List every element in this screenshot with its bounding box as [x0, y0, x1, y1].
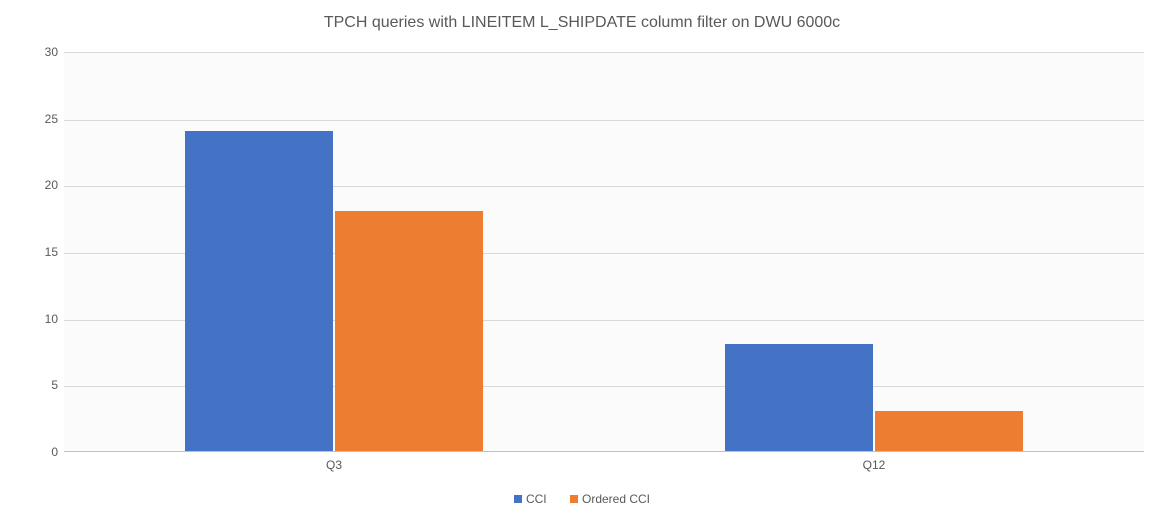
y-tick-label: 10: [8, 312, 58, 326]
y-tick-label: 5: [8, 378, 58, 392]
y-tick-label: 25: [8, 112, 58, 126]
y-tick-label: 30: [8, 45, 58, 59]
legend-item-ordered-cci: Ordered CCI: [570, 492, 650, 506]
legend-label-cci: CCI: [526, 492, 547, 506]
chart-title: TPCH queries with LINEITEM L_SHIPDATE co…: [0, 14, 1164, 32]
plot-area: [64, 52, 1144, 452]
bar-cci-q12: [725, 344, 873, 451]
x-category-label: Q3: [326, 458, 342, 472]
legend-swatch-ordered-cci: [570, 495, 578, 503]
legend-label-ordered-cci: Ordered CCI: [582, 492, 650, 506]
y-tick-label: 15: [8, 245, 58, 259]
x-category-label: Q12: [863, 458, 886, 472]
bar-ordered-cci-q12: [875, 411, 1023, 451]
y-tick-label: 20: [8, 178, 58, 192]
bar-ordered-cci-q3: [335, 211, 483, 451]
y-tick-label: 0: [8, 445, 58, 459]
bar-cci-q3: [185, 131, 333, 451]
chart-container: TPCH queries with LINEITEM L_SHIPDATE co…: [0, 0, 1164, 516]
legend-item-cci: CCI: [514, 492, 547, 506]
legend-swatch-cci: [514, 495, 522, 503]
gridline: [64, 120, 1144, 121]
legend: CCI Ordered CCI: [0, 492, 1164, 506]
